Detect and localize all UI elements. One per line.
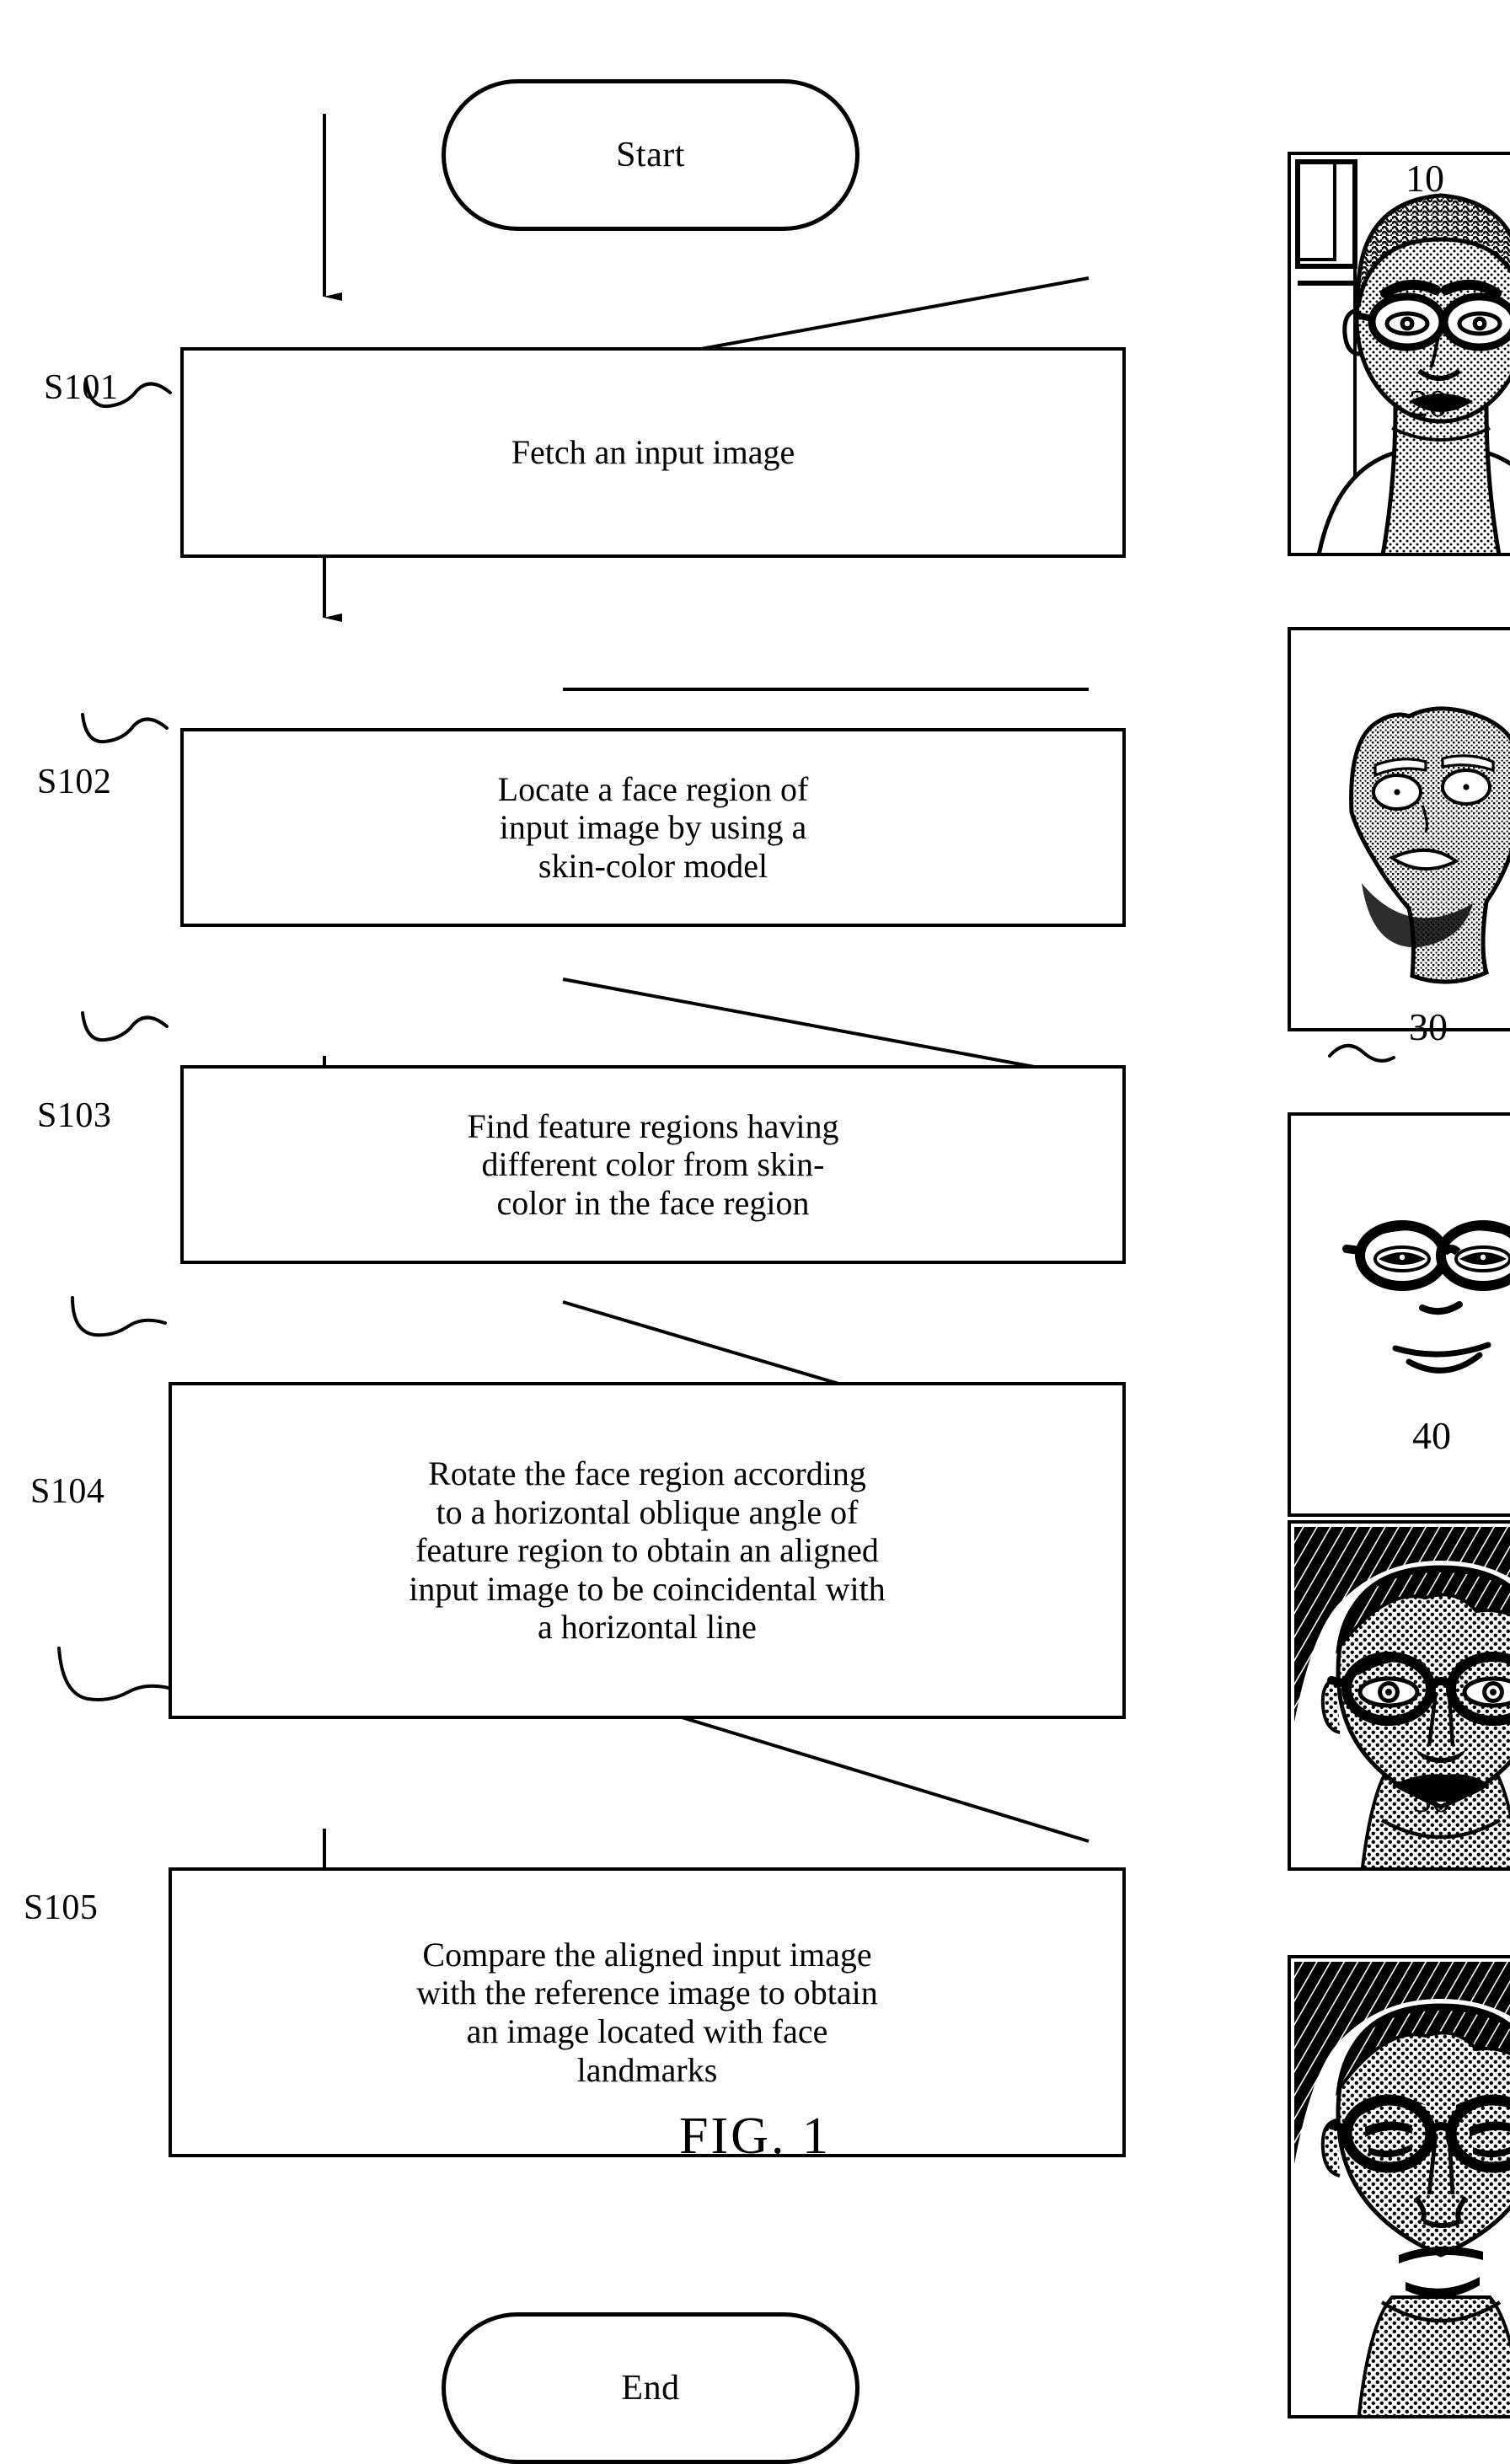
figure-caption: FIG. 1: [679, 2108, 831, 2165]
thumb40-art: [1291, 1524, 1510, 1867]
patent-figure: Start S101 Fetch an input image S102 Loc…: [0, 0, 1510, 2464]
leader-s102: [81, 713, 169, 744]
process-box-s104: Rotate the face region according to a ho…: [169, 1382, 1126, 1719]
process-text-s104: Rotate the face region according to a ho…: [409, 1454, 886, 1647]
thumb10-art: [1291, 155, 1510, 553]
thumb20-art: [1291, 630, 1510, 1028]
leader-s103: [81, 1011, 169, 1042]
feature-regions-thumbnail: [1288, 1112, 1510, 1517]
ref-num-30: 30: [1409, 1005, 1448, 1048]
ref-num-10: 10: [1406, 157, 1444, 200]
process-box-s102: Locate a face region of input image by u…: [180, 728, 1126, 927]
process-text-s102: Locate a face region of input image by u…: [497, 769, 809, 885]
step-tag-s105: S105: [24, 1888, 99, 1927]
step-tag-s104: S104: [30, 1472, 105, 1511]
process-box-s101: Fetch an input image: [180, 347, 1126, 558]
step-tag-s101: S101: [44, 368, 119, 407]
ref-num-50: 50: [1412, 1777, 1451, 1820]
leader-ref-30: [1328, 1044, 1395, 1063]
leader-s105: [57, 1647, 174, 1701]
thumb30-art: [1291, 1116, 1510, 1513]
input-image-thumbnail: [1288, 152, 1510, 556]
step-tag-s103: S103: [37, 1096, 112, 1135]
skin-color-region-thumbnail: [1288, 627, 1510, 1031]
process-text-s101: Fetch an input image: [511, 433, 795, 472]
start-label: Start: [616, 136, 685, 174]
process-text-s105: Compare the aligned input image with the…: [416, 1935, 878, 2089]
end-terminator: End: [442, 2312, 859, 2464]
ref-num-20: 20: [1409, 382, 1448, 425]
leader-s103-to-thumb30: [562, 978, 1090, 1079]
leader-s104: [71, 1296, 167, 1337]
ref-num-40: 40: [1412, 1414, 1451, 1457]
process-box-s103: Find feature regions having different co…: [180, 1065, 1126, 1264]
end-label: End: [621, 2369, 680, 2408]
face-landmarks-thumbnail: [1288, 1955, 1510, 2418]
aligned-face-thumbnail: [1288, 1520, 1510, 1871]
step-tag-s102: S102: [37, 763, 112, 801]
start-terminator: Start: [442, 79, 859, 231]
thumb50-art: [1291, 1958, 1510, 2415]
process-text-s103: Find feature regions having different co…: [467, 1106, 839, 1222]
